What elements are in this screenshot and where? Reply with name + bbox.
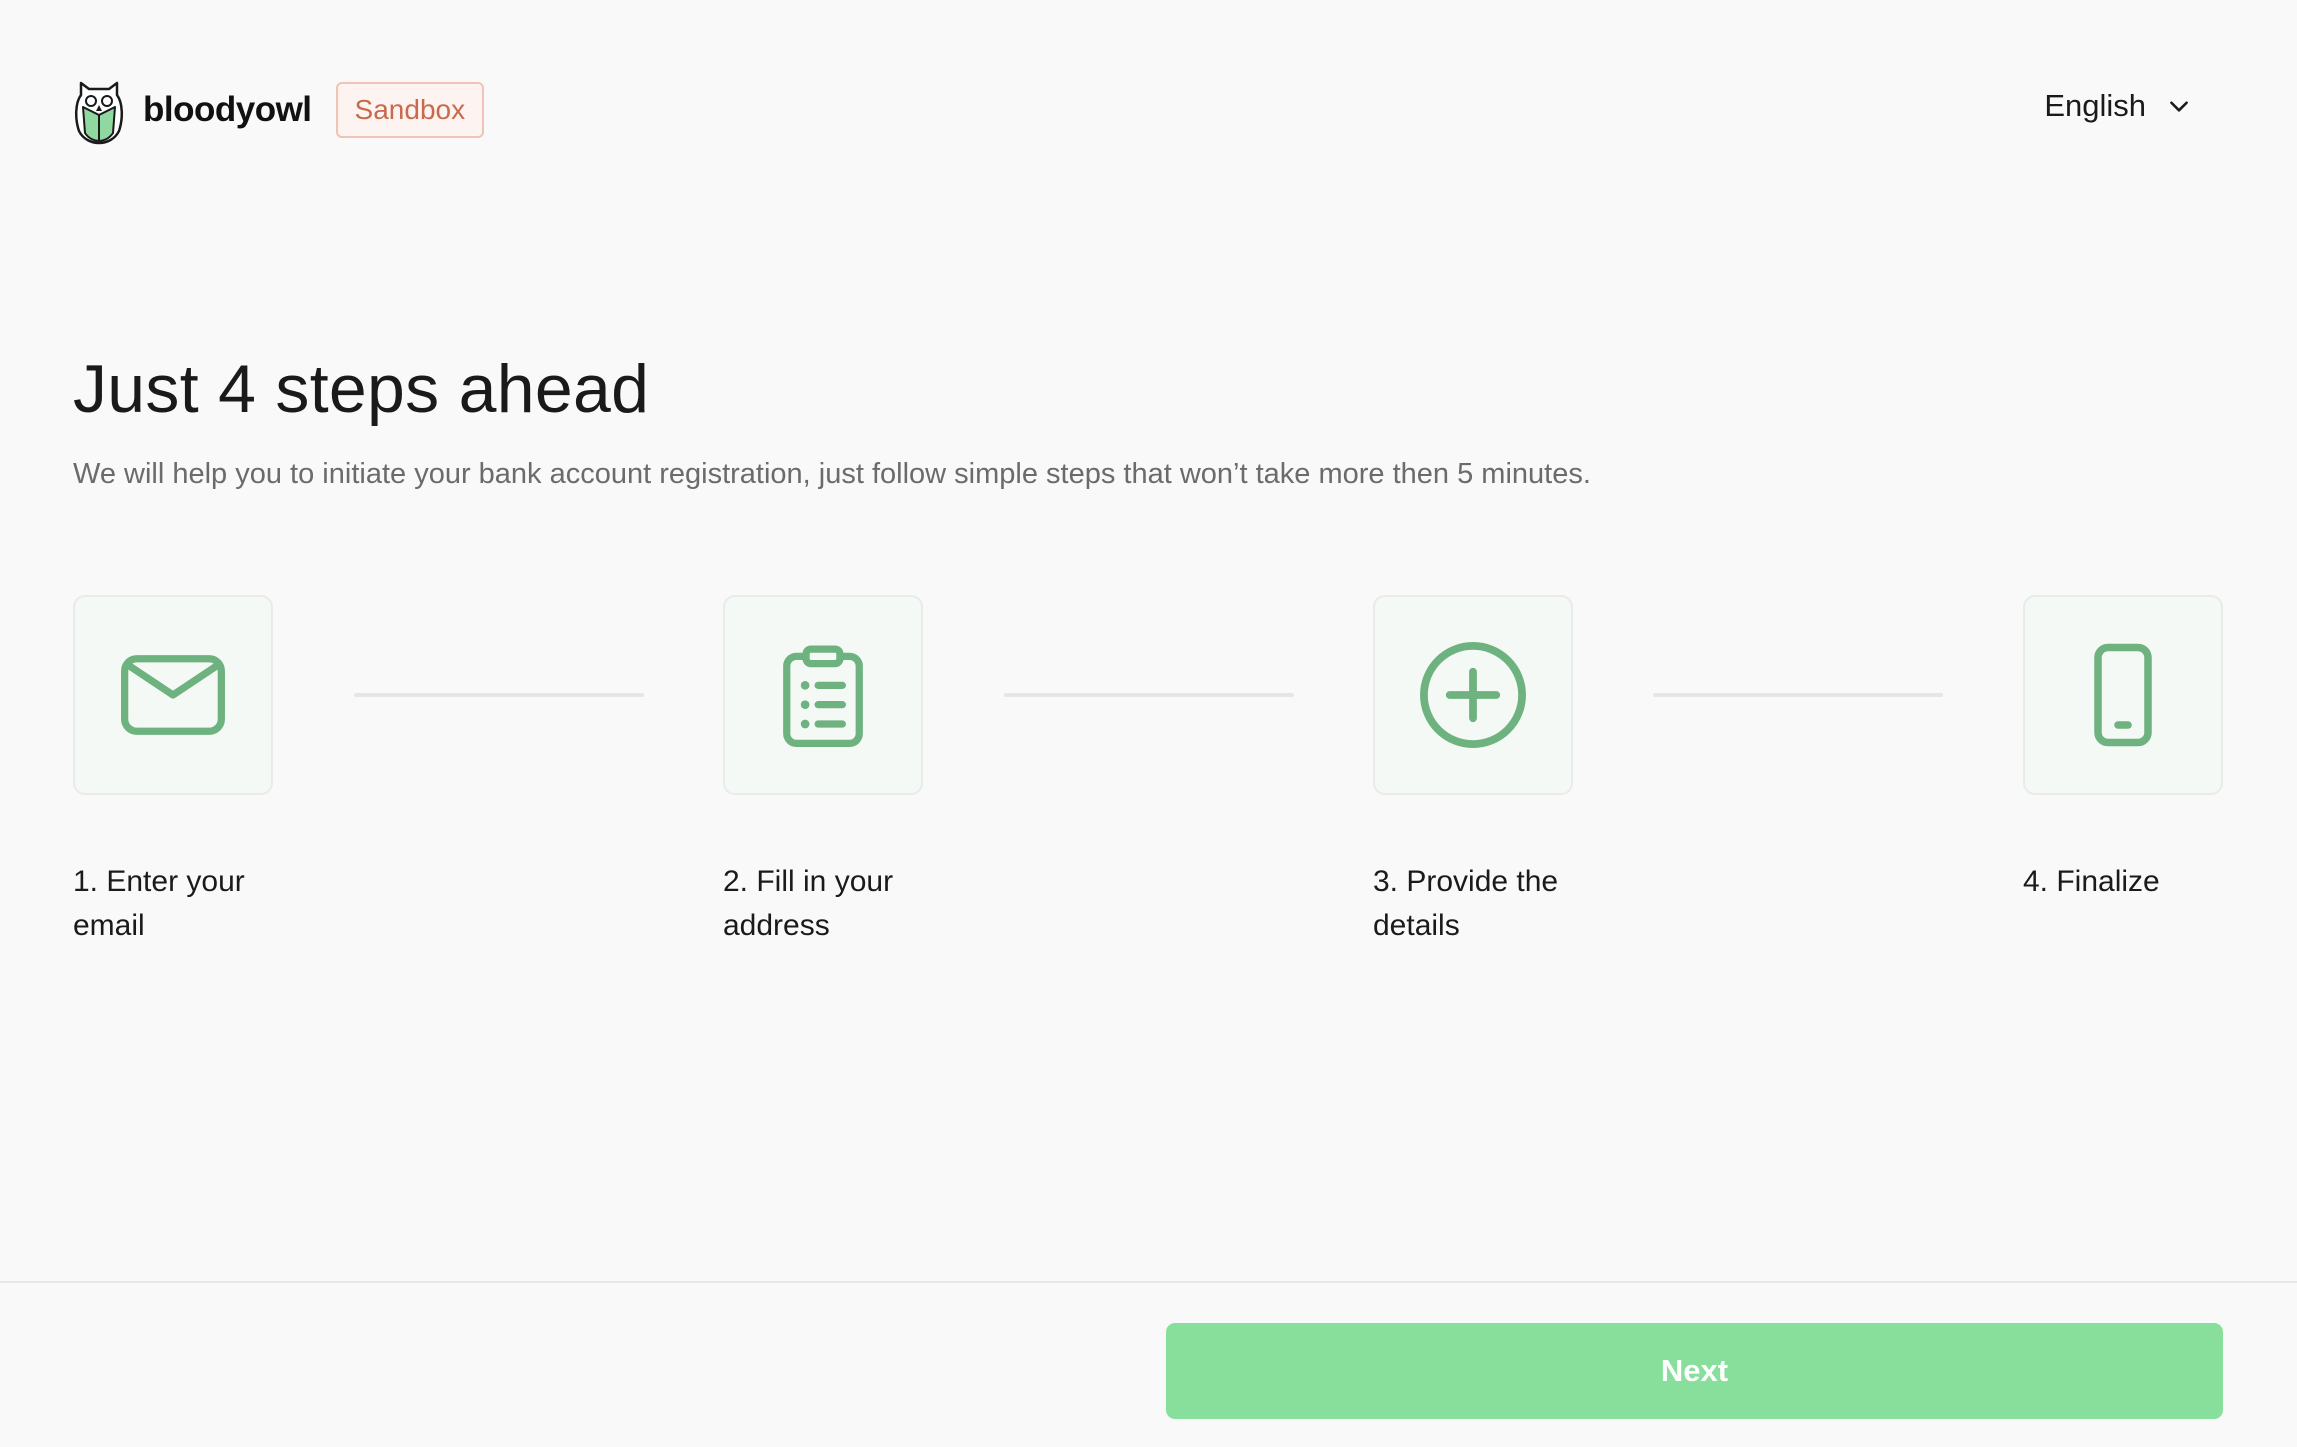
step-label: 4. Finalize — [2023, 865, 2160, 898]
sandbox-badge: Sandbox — [335, 82, 485, 138]
mail-icon — [121, 655, 225, 735]
onboarding-page: bloodyowl Sandbox English Just 4 steps a… — [0, 0, 2297, 1447]
step-icon-box — [2023, 595, 2223, 795]
step-icon-box — [723, 595, 923, 795]
chevron-down-icon — [2170, 101, 2188, 112]
step-icon-box — [1373, 595, 1573, 795]
footer-divider — [0, 1281, 2297, 1283]
clipboard-list-icon — [783, 645, 863, 747]
step-label: 1. Enter your email — [73, 865, 245, 942]
step-4: 4. Finalize — [2023, 595, 2223, 904]
brand-name: bloodyowl — [143, 90, 312, 129]
plus-circle-icon — [1420, 642, 1526, 748]
step-connector — [1653, 693, 1943, 697]
brand: bloodyowl Sandbox — [73, 75, 485, 145]
next-button[interactable]: Next — [1166, 1323, 2223, 1419]
step-icon-box — [73, 595, 273, 795]
steps-progress: 1. Enter your email 2. Fill in your addr… — [73, 595, 2223, 955]
step-3: 3. Provide the details — [1373, 595, 1573, 948]
page-title: Just 4 steps ahead — [73, 351, 650, 427]
step-connector — [354, 693, 644, 697]
header: bloodyowl Sandbox English — [0, 0, 2297, 222]
step-label: 3. Provide the details — [1373, 865, 1559, 942]
page-subtitle: We will help you to initiate your bank a… — [73, 458, 1591, 490]
language-label: English — [2044, 88, 2146, 123]
step-1: 1. Enter your email — [73, 595, 273, 948]
step-label: 2. Fill in your address — [723, 865, 894, 942]
language-select[interactable]: English — [2044, 88, 2192, 124]
smartphone-icon — [2094, 643, 2152, 747]
owl-logo-icon — [75, 81, 123, 145]
step-connector — [1004, 693, 1294, 697]
step-2: 2. Fill in your address — [723, 595, 923, 948]
